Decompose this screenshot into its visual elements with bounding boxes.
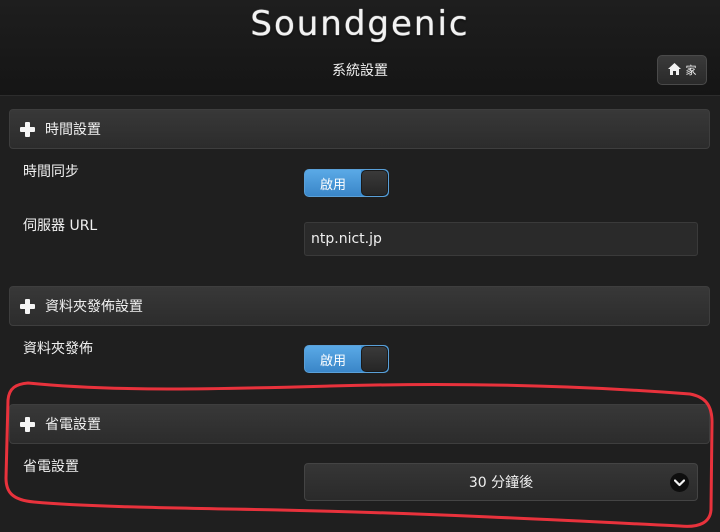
app-header: Soundgenic 系統設置 家	[0, 0, 720, 96]
plus-icon	[20, 298, 35, 314]
home-icon	[667, 62, 681, 78]
section-time-settings[interactable]: 時間設置	[9, 109, 710, 149]
page-title: 系統設置	[332, 63, 388, 79]
home-button-label: 家	[685, 64, 697, 77]
section-title: 時間設置	[45, 122, 101, 138]
soundgenic-logo: Soundgenic	[250, 4, 470, 44]
section-power-saving[interactable]: 省電設置	[9, 404, 710, 444]
plus-icon	[20, 416, 35, 432]
section-title: 資料夾發佈設置	[45, 299, 143, 315]
folder-publish-toggle[interactable]: 啟用	[304, 345, 389, 373]
home-button[interactable]: 家	[657, 55, 707, 85]
chevron-down-icon	[670, 473, 689, 492]
section-folder-publish[interactable]: 資料夾發佈設置	[9, 286, 710, 326]
select-value: 30 分鐘後	[468, 475, 534, 491]
server-url-label: 伺服器 URL	[23, 218, 98, 234]
server-url-input[interactable]	[304, 222, 698, 256]
toggle-knob	[361, 346, 388, 372]
section-title: 省電設置	[45, 417, 101, 433]
plus-icon	[20, 121, 35, 137]
folder-publish-label: 資料夾發佈	[23, 341, 93, 357]
toggle-on-label: 啟用	[305, 346, 361, 372]
power-saving-label: 省電設置	[23, 459, 79, 475]
highlight-annotation	[4, 381, 714, 528]
toggle-knob	[361, 170, 388, 196]
toggle-on-label: 啟用	[305, 170, 361, 196]
time-sync-label: 時間同步	[23, 164, 79, 180]
time-sync-toggle[interactable]: 啟用	[304, 169, 389, 197]
power-saving-select[interactable]: 30 分鐘後	[304, 463, 698, 501]
